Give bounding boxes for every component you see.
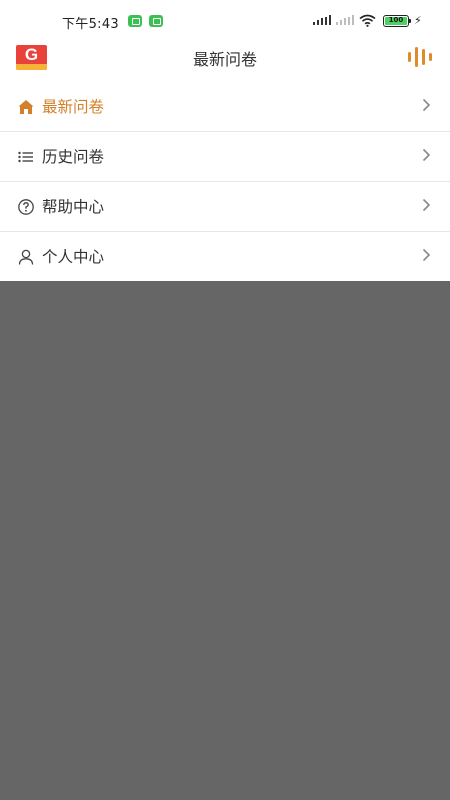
menu-item-label: 历史问卷 (42, 148, 105, 166)
chevron-right-icon (422, 248, 431, 262)
chevron-right-icon (422, 198, 431, 212)
battery-tip (409, 19, 411, 23)
app-header: G 最新问卷 (0, 42, 450, 82)
status-time: 下午5:43 (62, 17, 119, 32)
menu-item-help-center[interactable]: 帮助中心 (0, 182, 450, 232)
menu-item-label: 个人中心 (42, 248, 105, 266)
side-menu: 最新问卷 历史问卷 帮助中心 个人中心 (0, 82, 450, 282)
signal-icon (313, 15, 331, 25)
signal-icon (336, 15, 354, 25)
help-circle-icon (18, 199, 34, 215)
dim-overlay[interactable] (0, 281, 450, 800)
notification-icon (149, 15, 163, 27)
menu-item-latest-survey[interactable]: 最新问卷 (0, 82, 450, 132)
user-icon (18, 249, 34, 265)
menu-panel: 下午5:43 100 ⚡ G 最新问卷 最新问卷 历史问卷 帮助中心 个人中心 (0, 0, 450, 281)
page-title: 最新问卷 (192, 50, 257, 69)
menu-item-personal-center[interactable]: 个人中心 (0, 232, 450, 282)
menu-item-history-survey[interactable]: 历史问卷 (0, 132, 450, 182)
notification-icon (128, 15, 142, 27)
voice-icon[interactable] (408, 46, 432, 68)
list-icon (18, 151, 33, 163)
home-icon (18, 100, 34, 114)
status-bar: 下午5:43 100 ⚡ (0, 0, 450, 42)
menu-item-label: 最新问卷 (42, 98, 105, 116)
chevron-right-icon (422, 98, 431, 112)
wifi-icon (359, 14, 376, 27)
battery-icon: 100 (383, 15, 409, 27)
chevron-right-icon (422, 148, 431, 162)
battery-level: 100 (385, 17, 407, 25)
charging-icon: ⚡ (414, 14, 422, 27)
menu-item-label: 帮助中心 (42, 198, 105, 216)
